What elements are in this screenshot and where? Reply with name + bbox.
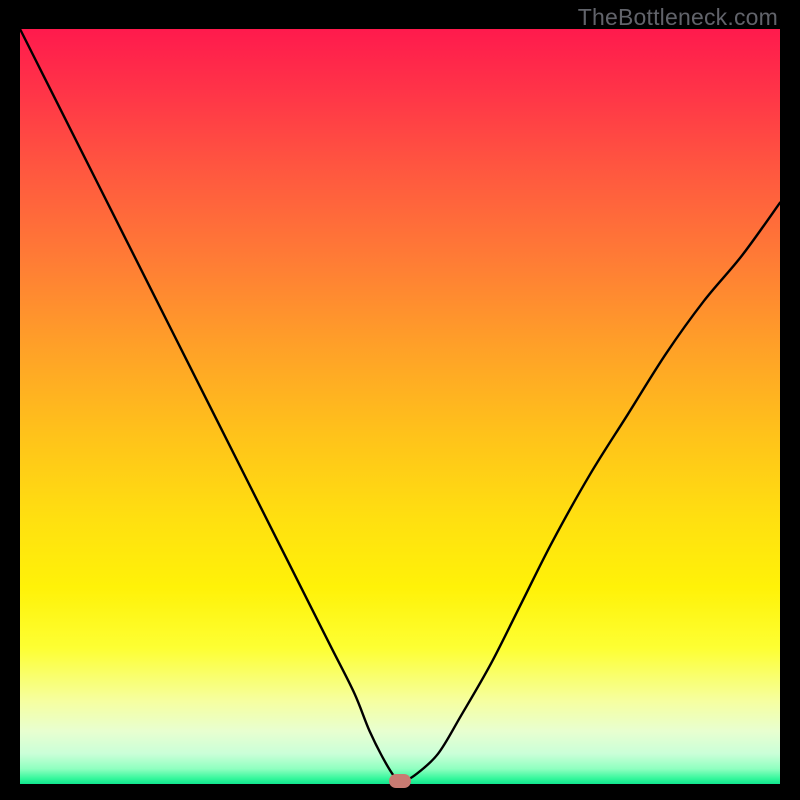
optimal-point-marker bbox=[389, 774, 411, 788]
chart-frame: TheBottleneck.com bbox=[0, 0, 800, 800]
curve-layer bbox=[0, 0, 800, 800]
watermark-text: TheBottleneck.com bbox=[578, 4, 778, 31]
bottleneck-curve bbox=[20, 29, 780, 781]
